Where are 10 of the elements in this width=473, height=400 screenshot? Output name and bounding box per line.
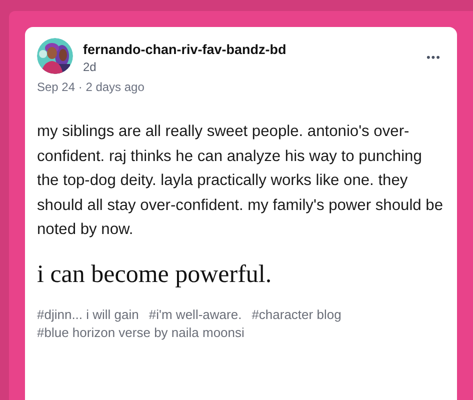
tag-link[interactable]: #djinn... i will gain <box>37 306 139 322</box>
post-headline: i can become powerful. <box>37 260 273 288</box>
tag-link[interactable]: #character blog <box>252 306 342 322</box>
post-date: Sep 24 · 2 days ago <box>37 80 146 94</box>
author-name[interactable]: fernando-chan-riv-fav-bandz-bd <box>83 42 414 57</box>
post-age: 2d <box>83 60 98 74</box>
tag-link[interactable]: #blue horizon verse by naila moonsi <box>37 324 244 340</box>
more-menu-button[interactable]: ••• <box>424 50 443 66</box>
tag-link[interactable]: #i'm well-aware. <box>148 306 242 322</box>
post-body: my siblings are all really sweet people. antonio's over-confident. raj thinks he can analyze his way to punching the top-dog deity. layla practically works like one. they should all stay over-confident. my family's power should be noted by now. <box>37 122 443 240</box>
